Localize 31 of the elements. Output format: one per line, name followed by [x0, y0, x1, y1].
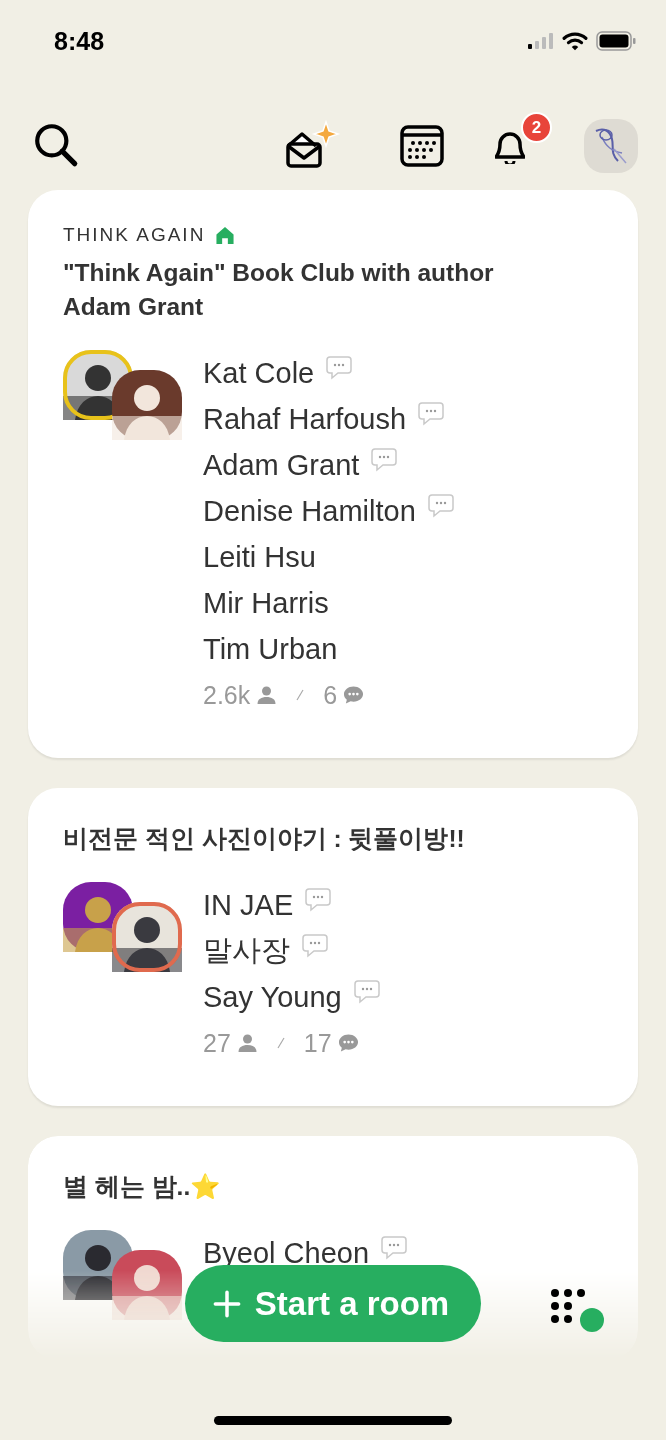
listener-count: 2.6k [203, 680, 251, 710]
battery-icon [596, 31, 636, 51]
speaker-name: Kat Cole [203, 356, 315, 390]
speaker-count: 6 [323, 680, 338, 710]
speaker-name: Tim Urban [203, 632, 338, 666]
speaker-name: 말사장 [203, 933, 290, 968]
speaker-name: Mir Harris [203, 586, 329, 620]
listener-count: 27 [203, 1028, 231, 1058]
speaker-name: Say Young [203, 980, 342, 1014]
person-icon [236, 1033, 258, 1053]
room-title: "Think Again" Book Club with author Adam Grant [63, 258, 495, 322]
speaker-name: Denise Hamilton [203, 494, 416, 528]
signal-icon [528, 33, 554, 49]
room-card[interactable]: THINK AGAIN "Think Again" Book Club with author Adam Grant Kat Cole Rahaf Harfoush Adam Grant Denise Hamilton Leiti Hsu Mir Harris Tim Urban 2.6k 6 [28, 190, 638, 758]
chat-icon [337, 1033, 359, 1053]
room-card[interactable]: 비전문 적인 사진이야기 : 뒷풀이방!! IN JAE 말사장 Say Young 27 17 [28, 788, 638, 1106]
speaker-name: Leiti Hsu [203, 540, 316, 574]
speaker-name: Adam Grant [203, 448, 360, 482]
speaker-name: Rahaf Harfoush [203, 402, 407, 436]
calendar-icon[interactable] [398, 122, 446, 170]
notification-badge: 2 [521, 112, 552, 143]
person-icon [256, 685, 278, 705]
room-title: 별 헤는 밤..⭐ [63, 1172, 223, 1202]
chat-icon [343, 685, 365, 705]
plus-icon [212, 1289, 241, 1318]
wifi-icon [562, 31, 588, 51]
clock-time: 8:48 [54, 26, 105, 56]
room-title: 비전문 적인 사진이야기 : 뒷풀이방!! [63, 824, 466, 854]
speaker-name: IN JAE [203, 888, 294, 922]
speaker-count: 17 [303, 1028, 332, 1058]
club-name: THINK AGAIN [63, 224, 206, 246]
